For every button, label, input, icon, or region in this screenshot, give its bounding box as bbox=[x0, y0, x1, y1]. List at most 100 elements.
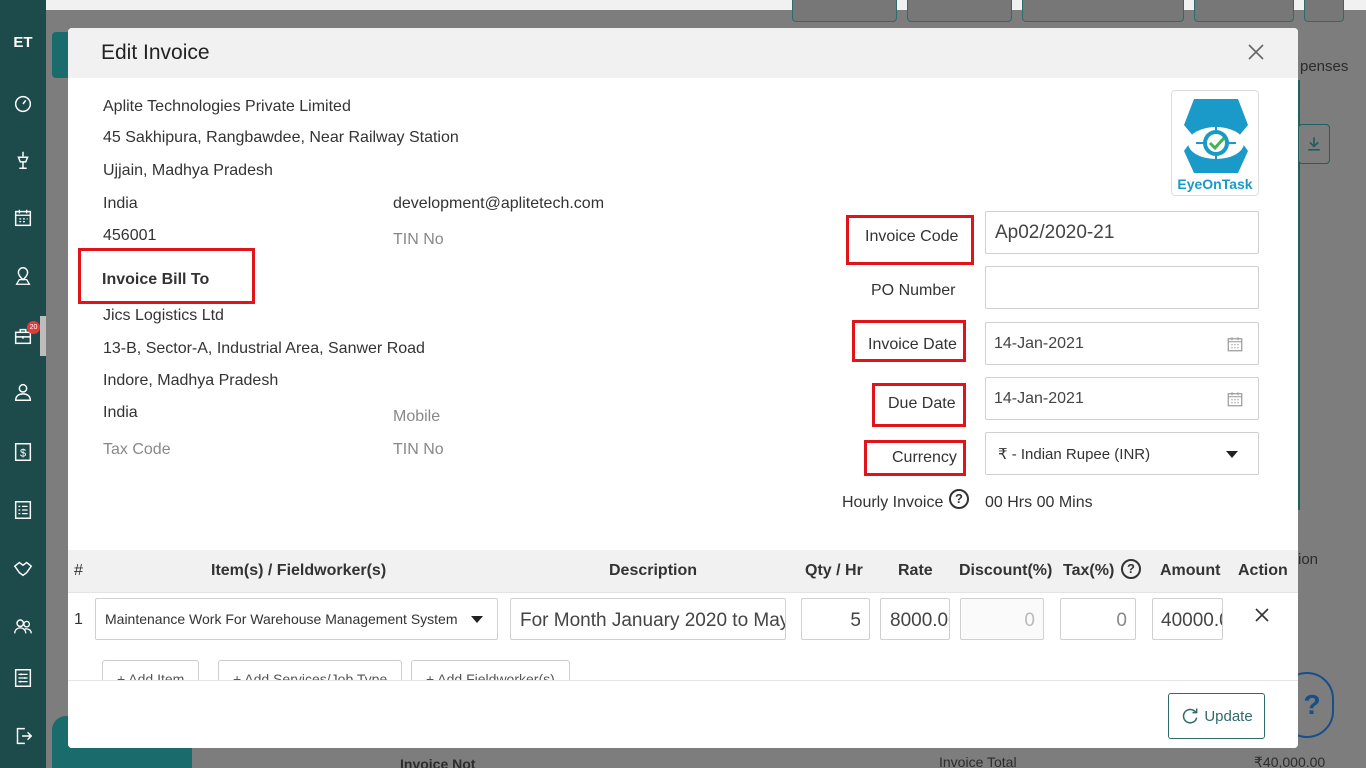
bill-to-tin-label: TIN No bbox=[393, 441, 444, 458]
background-toolbar-button bbox=[1304, 0, 1344, 22]
handshake-icon bbox=[13, 561, 33, 577]
company-country: India bbox=[103, 195, 138, 212]
background-invoice-note: Invoice Not bbox=[400, 756, 476, 768]
list-icon bbox=[14, 501, 32, 519]
modal-footer: Update bbox=[68, 680, 1298, 748]
sidebar-item-logout[interactable] bbox=[0, 716, 46, 756]
close-icon bbox=[1248, 44, 1264, 60]
discount-input[interactable]: 0 bbox=[960, 598, 1044, 640]
sidebar-item-dashboard[interactable] bbox=[0, 84, 46, 124]
item-select[interactable]: Maintenance Work For Warehouse Managemen… bbox=[95, 598, 498, 640]
question-icon: ? bbox=[1303, 689, 1321, 720]
invoice-date-value: 14-Jan-2021 bbox=[994, 335, 1084, 352]
update-label: Update bbox=[1204, 707, 1253, 725]
sidebar-item-jobs[interactable] bbox=[0, 140, 46, 180]
sidebar-item-calendar[interactable] bbox=[0, 198, 46, 238]
invoice-code-field[interactable] bbox=[985, 211, 1259, 254]
bill-to-highlight: Invoice Bill To bbox=[78, 248, 255, 304]
modal-header: Edit Invoice bbox=[68, 28, 1298, 78]
qty-value: 5 bbox=[850, 610, 861, 631]
close-button[interactable] bbox=[1244, 40, 1268, 64]
col-num: # bbox=[74, 562, 83, 579]
sidebar-item-users[interactable] bbox=[0, 372, 46, 412]
col-qty: Qty / Hr bbox=[805, 562, 863, 579]
chevron-down-icon bbox=[471, 616, 483, 623]
sidebar-item-payments[interactable]: $ bbox=[0, 432, 46, 472]
company-city: Ujjain, Madhya Pradesh bbox=[103, 162, 273, 179]
background-toolbar-button bbox=[792, 0, 897, 22]
description-value: For Month January 2020 to May 2020 bbox=[520, 610, 786, 631]
download-icon bbox=[1308, 137, 1320, 151]
background-toolbar-button bbox=[1194, 0, 1294, 22]
sidebar-item-team[interactable] bbox=[0, 606, 46, 646]
help-icon[interactable]: ? bbox=[949, 489, 969, 509]
modal-title: Edit Invoice bbox=[101, 41, 210, 64]
company-tin-label: TIN No bbox=[393, 231, 444, 248]
notification-badge: 20 bbox=[27, 321, 40, 334]
due-date-value: 14-Jan-2021 bbox=[994, 390, 1084, 407]
background-invoice-total-label: Invoice Total bbox=[939, 754, 1017, 768]
amount-value: 40000.00 bbox=[1161, 610, 1222, 631]
update-button[interactable]: Update bbox=[1168, 693, 1265, 739]
company-logo: EyeOnTask bbox=[1171, 90, 1259, 196]
sliders-icon bbox=[14, 669, 32, 687]
col-rate: Rate bbox=[898, 562, 933, 579]
svg-text:$: $ bbox=[20, 448, 26, 460]
background-download-button bbox=[1298, 124, 1330, 164]
due-date-label: Due Date bbox=[888, 395, 956, 412]
sidebar-item-reports[interactable] bbox=[0, 490, 46, 530]
bill-to-city: Indore, Madhya Pradesh bbox=[103, 372, 279, 389]
col-tax: Tax(%) bbox=[1063, 562, 1115, 579]
description-input[interactable]: For Month January 2020 to May 2020 bbox=[510, 598, 786, 640]
sidebar-item-contracts[interactable] bbox=[0, 548, 46, 588]
remove-row-icon[interactable] bbox=[1254, 607, 1270, 623]
discount-value: 0 bbox=[1024, 610, 1035, 631]
edit-invoice-modal: Edit Invoice Aplite Technologies Private… bbox=[68, 28, 1298, 748]
qty-input[interactable]: 5 bbox=[801, 598, 870, 640]
calendar-icon bbox=[14, 209, 32, 227]
sidebar-item-settings[interactable] bbox=[0, 658, 46, 698]
col-amount: Amount bbox=[1160, 562, 1221, 579]
chevron-down-icon bbox=[1226, 451, 1238, 458]
background-invoice-total-value: ₹40,000.00 bbox=[1254, 754, 1326, 768]
invoice-date-label: Invoice Date bbox=[868, 336, 957, 353]
invoice-date-field[interactable]: 14-Jan-2021 bbox=[985, 322, 1259, 365]
table-divider bbox=[68, 592, 1298, 593]
po-number-field[interactable] bbox=[985, 266, 1259, 309]
location-icon bbox=[15, 267, 31, 285]
bill-to-name: Jics Logistics Ltd bbox=[103, 307, 224, 324]
company-pincode: 456001 bbox=[103, 227, 157, 244]
col-item: Item(s) / Fieldworker(s) bbox=[211, 562, 387, 579]
company-email: development@aplitetech.com bbox=[393, 195, 605, 212]
due-date-field[interactable]: 14-Jan-2021 bbox=[985, 377, 1259, 420]
tax-help-icon[interactable]: ? bbox=[1121, 559, 1141, 579]
col-discount: Discount(%) bbox=[959, 562, 1053, 579]
pen-tool-icon bbox=[17, 151, 29, 169]
calendar-icon[interactable] bbox=[1226, 335, 1244, 353]
bill-to-tax-code-label: Tax Code bbox=[103, 441, 171, 458]
item-value: Maintenance Work For Warehouse Managemen… bbox=[105, 611, 458, 627]
col-action: Action bbox=[1238, 562, 1288, 579]
dashboard-icon bbox=[14, 95, 32, 113]
bill-to-country: India bbox=[103, 404, 138, 421]
invoice-code-highlight: Invoice Code bbox=[846, 215, 974, 265]
eyeontask-logo-icon bbox=[1184, 99, 1248, 173]
currency-select[interactable]: ₹ - Indian Rupee (INR) bbox=[985, 432, 1259, 475]
user-icon bbox=[14, 383, 32, 401]
hourly-invoice-value: 00 Hrs 00 Mins bbox=[985, 494, 1093, 511]
app-logo[interactable]: ET bbox=[8, 30, 38, 56]
sidebar-item-map[interactable] bbox=[0, 256, 46, 296]
bill-to-mobile-label: Mobile bbox=[393, 408, 441, 425]
amount-input[interactable]: 40000.00 bbox=[1152, 598, 1223, 640]
background-tab-label: penses bbox=[1300, 58, 1349, 75]
rate-value: 8000.00 bbox=[890, 610, 949, 631]
logout-icon bbox=[16, 727, 33, 745]
rate-input[interactable]: 8000.00 bbox=[880, 598, 950, 640]
calendar-icon[interactable] bbox=[1226, 390, 1244, 408]
tax-value: 0 bbox=[1116, 610, 1127, 631]
po-number-input[interactable] bbox=[986, 267, 1258, 308]
invoice-code-input[interactable] bbox=[986, 212, 1258, 253]
invoice-code-label: Invoice Code bbox=[865, 228, 959, 245]
tax-input[interactable]: 0 bbox=[1060, 598, 1136, 640]
background-toolbar-button bbox=[1022, 0, 1184, 22]
